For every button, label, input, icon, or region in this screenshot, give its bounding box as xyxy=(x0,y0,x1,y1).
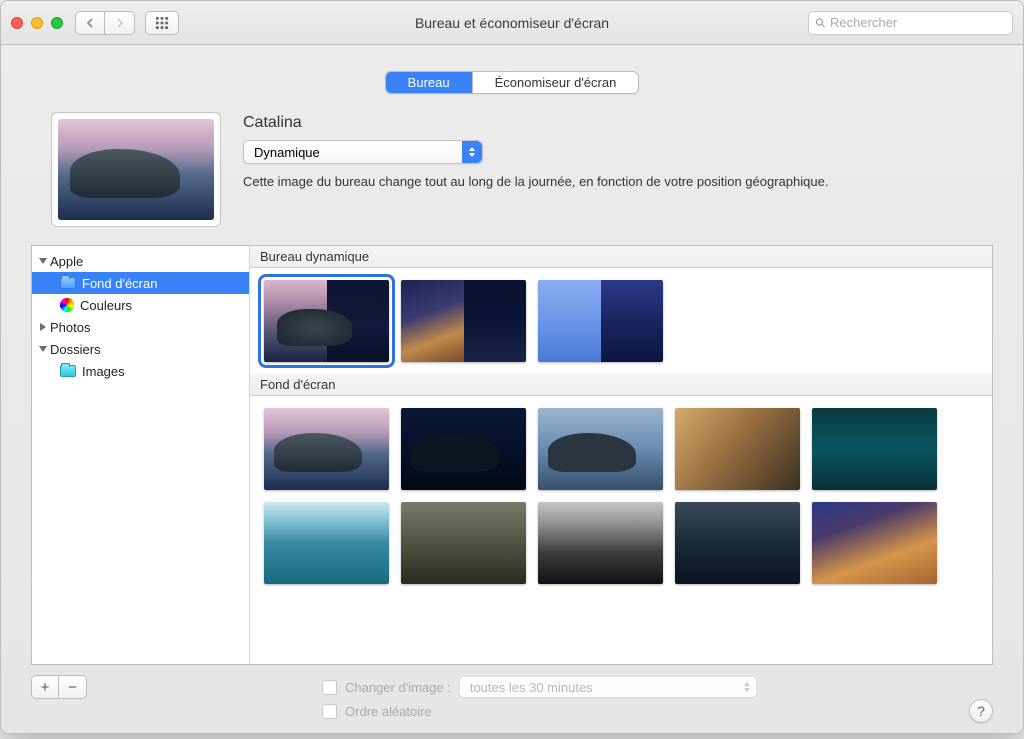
disclosure-icon xyxy=(40,323,46,331)
wallpaper-info: Catalina Dynamique Cette image du bureau… xyxy=(243,112,973,227)
section-header-desktop: Fond d'écran xyxy=(250,374,992,396)
folder-icon xyxy=(60,365,76,377)
wallpaper-thumb[interactable] xyxy=(401,502,526,584)
search-input[interactable] xyxy=(830,15,1006,30)
help-button[interactable]: ? xyxy=(969,699,993,723)
show-all-button[interactable] xyxy=(145,11,179,35)
search-field[interactable] xyxy=(808,11,1013,35)
sidebar-label: Couleurs xyxy=(80,298,132,313)
desktop-thumbs xyxy=(250,396,992,596)
forward-button[interactable] xyxy=(105,11,135,35)
content-area: Bureau Économiseur d'écran Catalina Dyna… xyxy=(1,45,1023,733)
source-sidebar: Apple Fond d'écran Couleurs Photos Dossi… xyxy=(32,246,250,664)
folder-icon xyxy=(60,277,76,289)
wallpaper-mode-select[interactable]: Dynamique xyxy=(243,140,483,164)
sidebar-label: Images xyxy=(82,364,125,379)
back-button[interactable] xyxy=(75,11,105,35)
random-order-option: Ordre aléatoire xyxy=(322,699,757,723)
wallpaper-name: Catalina xyxy=(243,114,973,132)
titlebar: Bureau et économiseur d'écran xyxy=(1,1,1023,45)
select-stepper-icon xyxy=(744,682,750,692)
section-header-dynamic: Bureau dynamique xyxy=(250,246,992,268)
add-remove-buttons: + − xyxy=(31,675,87,699)
sidebar-label: Photos xyxy=(50,320,90,335)
wallpaper-thumb[interactable] xyxy=(675,408,800,490)
disclosure-icon xyxy=(39,258,47,264)
change-picture-option: Changer d'image : toutes les 30 minutes xyxy=(322,675,757,699)
wallpaper-thumb[interactable] xyxy=(538,408,663,490)
tab-desktop[interactable]: Bureau xyxy=(386,72,473,93)
sidebar-item-images[interactable]: Images xyxy=(32,360,249,382)
sidebar-item-desktop-pictures[interactable]: Fond d'écran xyxy=(32,272,249,294)
search-icon xyxy=(815,17,826,29)
options: Changer d'image : toutes les 30 minutes … xyxy=(322,675,757,723)
bottom-bar: + − Changer d'image : toutes les 30 minu… xyxy=(31,675,993,723)
minimize-button[interactable] xyxy=(31,17,43,29)
wallpaper-thumb[interactable] xyxy=(264,502,389,584)
wallpaper-description: Cette image du bureau change tout au lon… xyxy=(243,174,973,189)
interval-select[interactable]: toutes les 30 minutes xyxy=(459,676,757,698)
disclosure-icon xyxy=(39,346,47,352)
wallpaper-thumb[interactable] xyxy=(675,502,800,584)
sidebar-label: Dossiers xyxy=(50,342,101,357)
random-order-label: Ordre aléatoire xyxy=(345,704,432,719)
dynamic-thumbs xyxy=(250,268,992,374)
close-button[interactable] xyxy=(11,17,23,29)
wallpaper-mode-value: Dynamique xyxy=(254,145,320,160)
traffic-lights xyxy=(11,17,63,29)
nav-buttons xyxy=(75,11,135,35)
change-picture-checkbox[interactable] xyxy=(322,680,337,695)
wallpaper-thumb[interactable] xyxy=(264,408,389,490)
sidebar-label: Apple xyxy=(50,254,83,269)
current-wallpaper-preview xyxy=(51,112,221,227)
change-picture-label: Changer d'image : xyxy=(345,680,451,695)
sidebar-item-apple[interactable]: Apple xyxy=(32,250,249,272)
select-stepper-icon xyxy=(462,141,482,163)
header-row: Catalina Dynamique Cette image du bureau… xyxy=(51,112,973,227)
sidebar-item-folders[interactable]: Dossiers xyxy=(32,338,249,360)
wallpaper-thumb[interactable] xyxy=(538,502,663,584)
wallpaper-thumb[interactable] xyxy=(538,280,663,362)
interval-value: toutes les 30 minutes xyxy=(470,680,593,695)
wallpaper-gallery[interactable]: Bureau dynamique Fond d'écran xyxy=(250,246,992,664)
add-folder-button[interactable]: + xyxy=(31,675,59,699)
color-wheel-icon xyxy=(60,298,74,312)
remove-folder-button[interactable]: − xyxy=(59,675,87,699)
tab-bar: Bureau Économiseur d'écran xyxy=(385,71,640,94)
sidebar-label: Fond d'écran xyxy=(82,276,157,291)
sidebar-item-photos[interactable]: Photos xyxy=(32,316,249,338)
wallpaper-thumb[interactable] xyxy=(401,280,526,362)
main-row: Apple Fond d'écran Couleurs Photos Dossi… xyxy=(31,245,993,665)
sidebar-item-colors[interactable]: Couleurs xyxy=(32,294,249,316)
wallpaper-thumb[interactable] xyxy=(812,502,937,584)
wallpaper-thumb[interactable] xyxy=(401,408,526,490)
tab-screensaver[interactable]: Économiseur d'écran xyxy=(473,72,639,93)
zoom-button[interactable] xyxy=(51,17,63,29)
wallpaper-thumb[interactable] xyxy=(264,280,389,362)
wallpaper-thumb[interactable] xyxy=(812,408,937,490)
preferences-window: Bureau et économiseur d'écran Bureau Éco… xyxy=(0,0,1024,734)
random-order-checkbox[interactable] xyxy=(322,704,337,719)
